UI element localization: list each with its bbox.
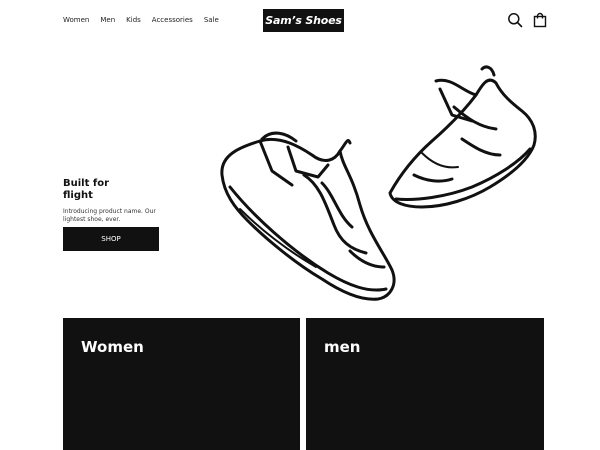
search-icon — [508, 13, 523, 28]
nav-link-kids[interactable]: Kids — [126, 16, 141, 24]
shop-button[interactable]: SHOP — [63, 227, 159, 251]
sneakers-illustration — [220, 65, 537, 301]
brand-logo[interactable]: Sam’s Shoes — [263, 9, 344, 32]
sneaker-right-image — [388, 65, 537, 209]
hero-subtitle: Introducing product name. Our lightest s… — [63, 208, 156, 223]
category-label-women: Women — [81, 338, 144, 356]
search-button[interactable] — [507, 12, 523, 28]
shopping-bag-icon — [533, 12, 547, 28]
main-nav: Women Men Kids Accessories Sale — [63, 16, 219, 24]
category-card-men[interactable]: men — [306, 318, 544, 450]
category-card-women[interactable]: Women — [63, 318, 300, 450]
hero-text: Built for flight Introducing product nam… — [63, 178, 163, 223]
hero-title: Built for flight — [63, 178, 110, 201]
nav-link-accessories[interactable]: Accessories — [152, 16, 193, 24]
site-header: Women Men Kids Accessories Sale Sam’s Sh… — [0, 0, 600, 44]
category-label-men: men — [324, 338, 361, 356]
nav-link-sale[interactable]: Sale — [204, 16, 219, 24]
nav-link-men[interactable]: Men — [100, 16, 115, 24]
sneaker-left-image — [220, 131, 396, 301]
nav-link-women[interactable]: Women — [63, 16, 89, 24]
cart-button[interactable] — [532, 12, 548, 28]
